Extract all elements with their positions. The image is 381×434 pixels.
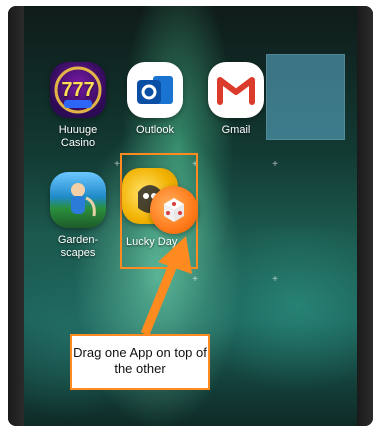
device-bezel-left [8, 6, 24, 426]
app-label: Lucky Day [126, 236, 178, 248]
svg-text:777: 777 [61, 79, 94, 101]
app-label: Huuuge Casino [58, 124, 98, 149]
device-bezel-right [357, 6, 373, 426]
grid-plus-marker: + [272, 274, 278, 285]
app-label: Outlook [136, 124, 174, 136]
grid-plus-marker: + [192, 274, 198, 285]
instruction-callout: Drag one App on top of the other [70, 334, 210, 390]
callout-text: Drag one App on top of the other [73, 345, 207, 376]
outlook-o-icon [127, 62, 183, 118]
app-huuuge-casino[interactable]: 777 Huuuge Casino [36, 62, 120, 150]
app-lucky-day-drag-stack[interactable]: Lucky Day [122, 168, 212, 258]
gmail-m-icon [208, 62, 264, 118]
placeholder-app-tile [266, 54, 345, 140]
app-outlook[interactable]: Outlook [113, 62, 197, 137]
grid-plus-marker: + [272, 159, 278, 170]
app-label: Garden- scapes [57, 234, 99, 259]
app-gardenscapes[interactable]: Garden- scapes [36, 172, 120, 260]
lucky-day-dice-icon [150, 186, 198, 234]
slot-777-icon: 777 [50, 62, 106, 118]
gardener-icon [50, 172, 106, 228]
screenshot-frame: + + + + + 777 Huuuge Casino Outlook Gmai… [0, 0, 381, 434]
